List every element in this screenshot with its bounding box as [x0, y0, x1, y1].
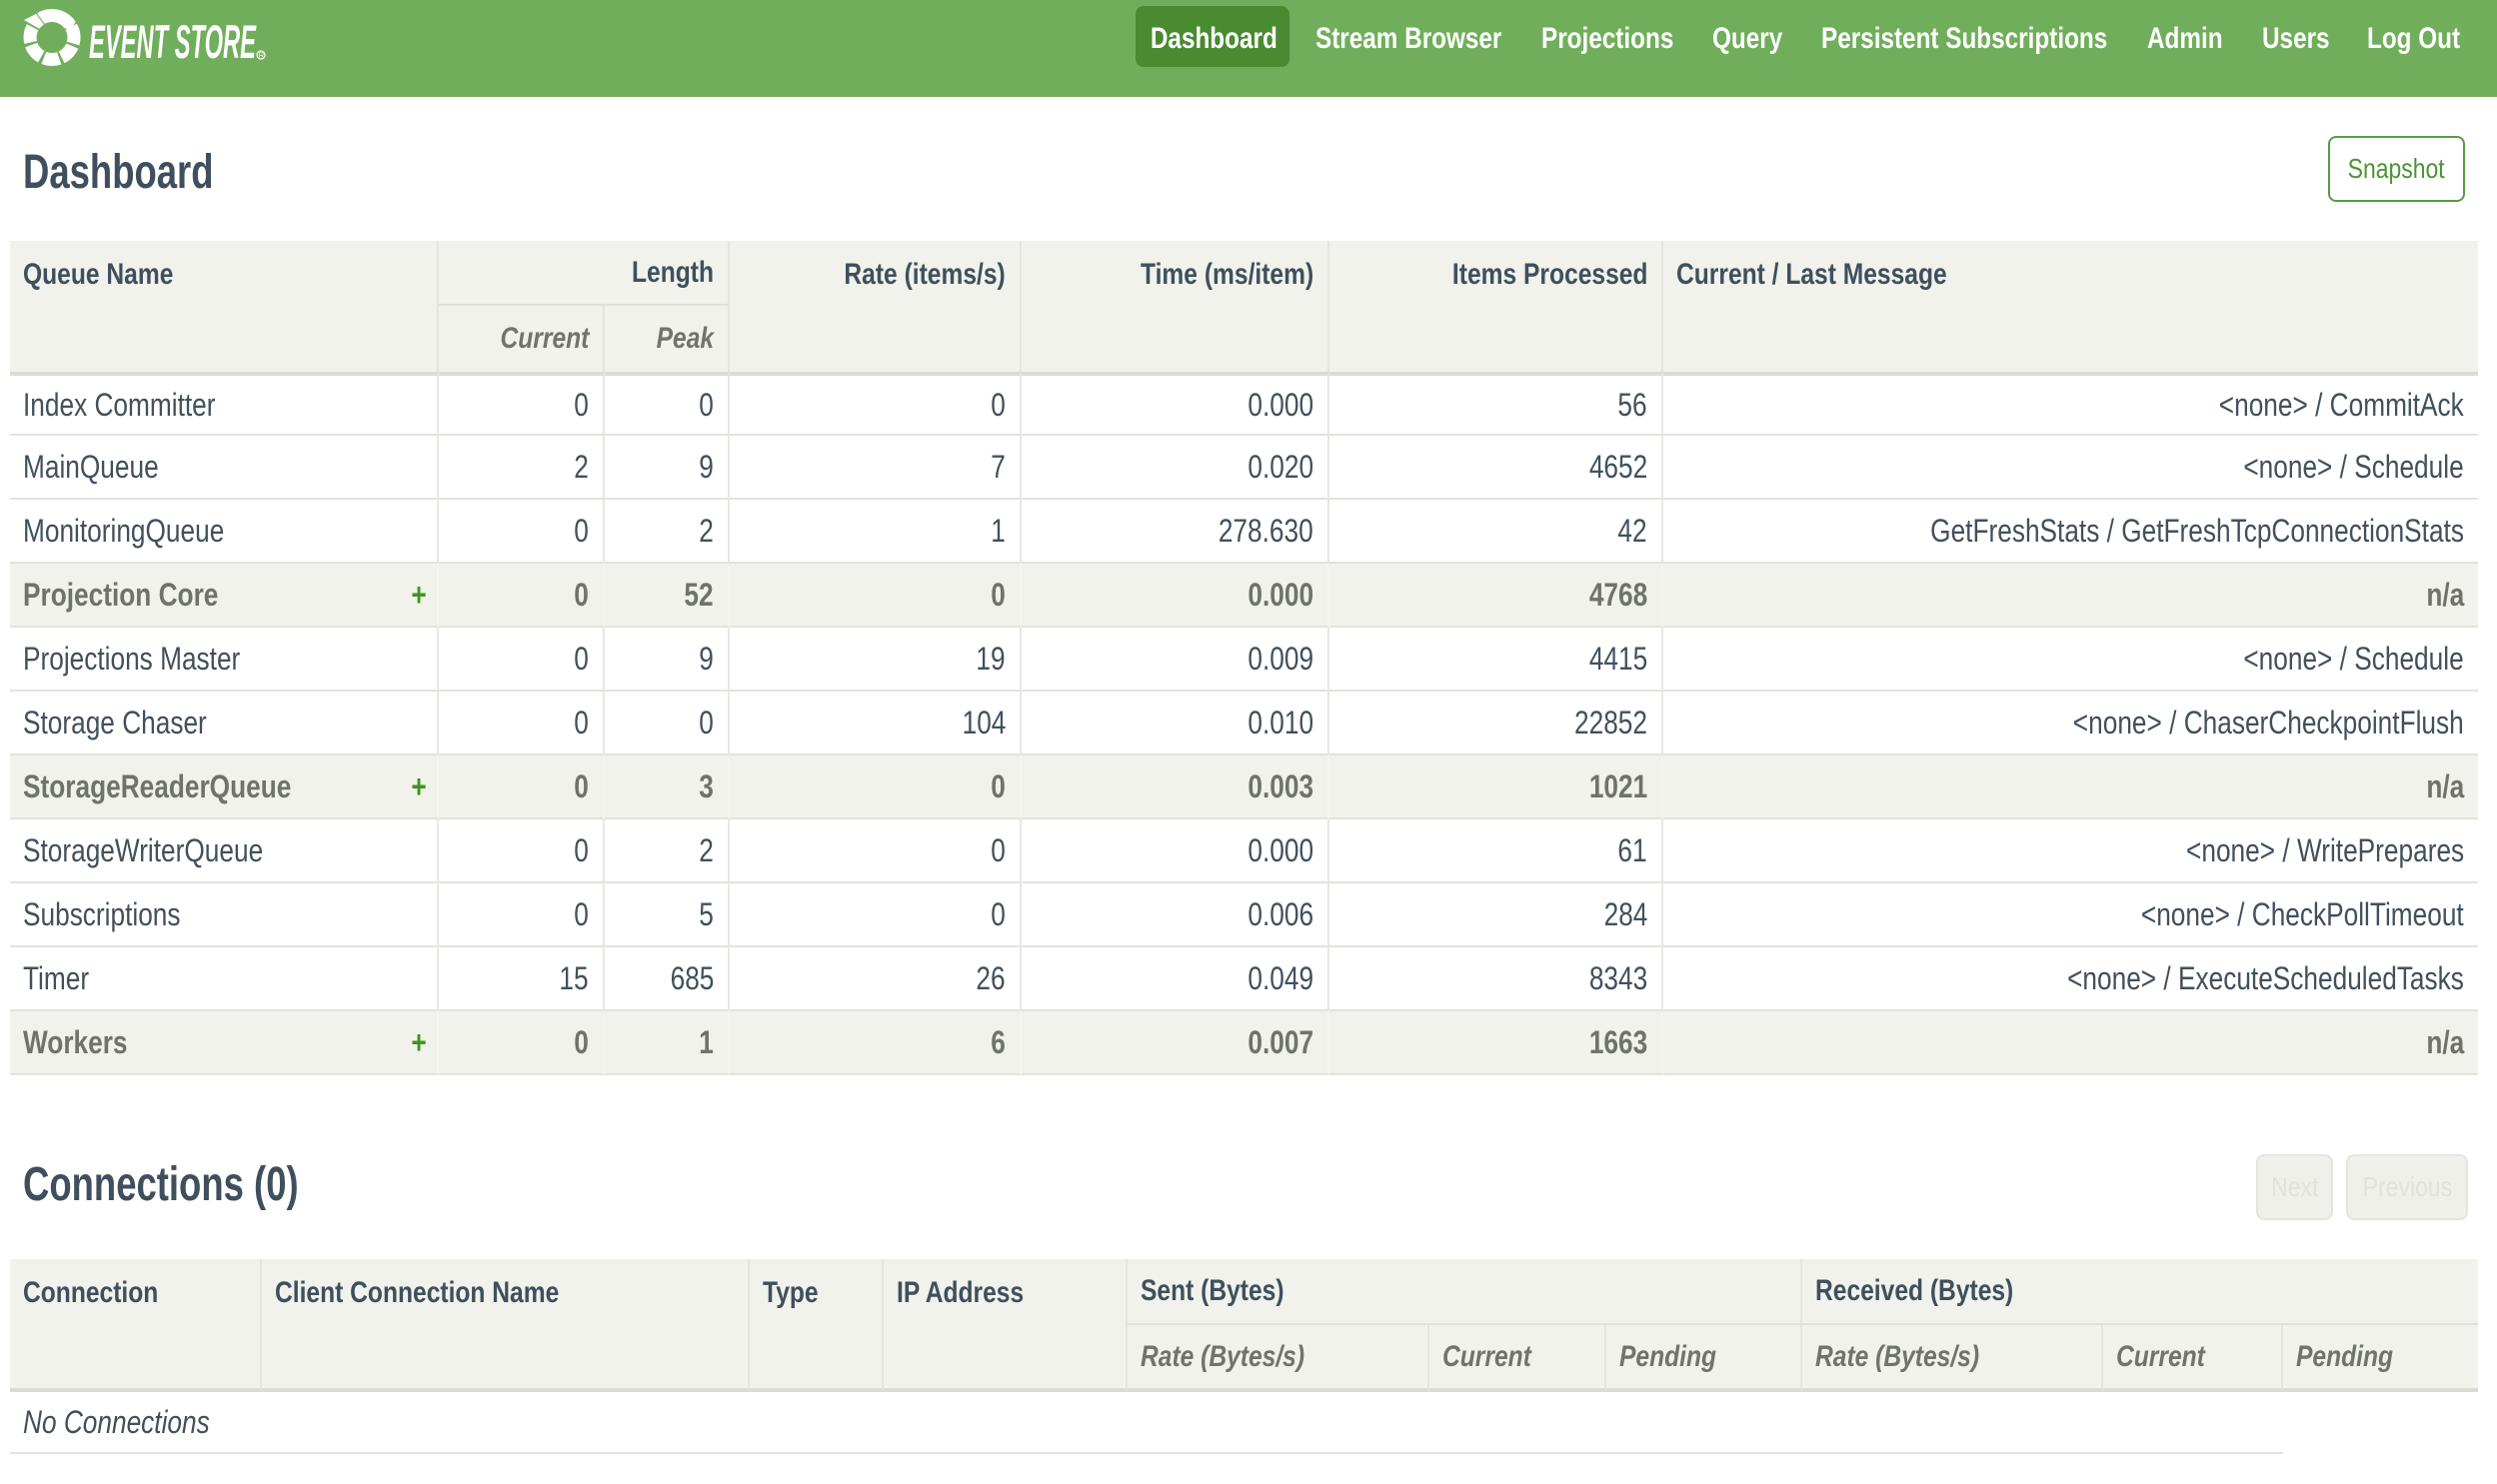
svg-text:EVENT STORE: EVENT STORE — [89, 15, 257, 68]
svg-text:R: R — [259, 51, 265, 60]
